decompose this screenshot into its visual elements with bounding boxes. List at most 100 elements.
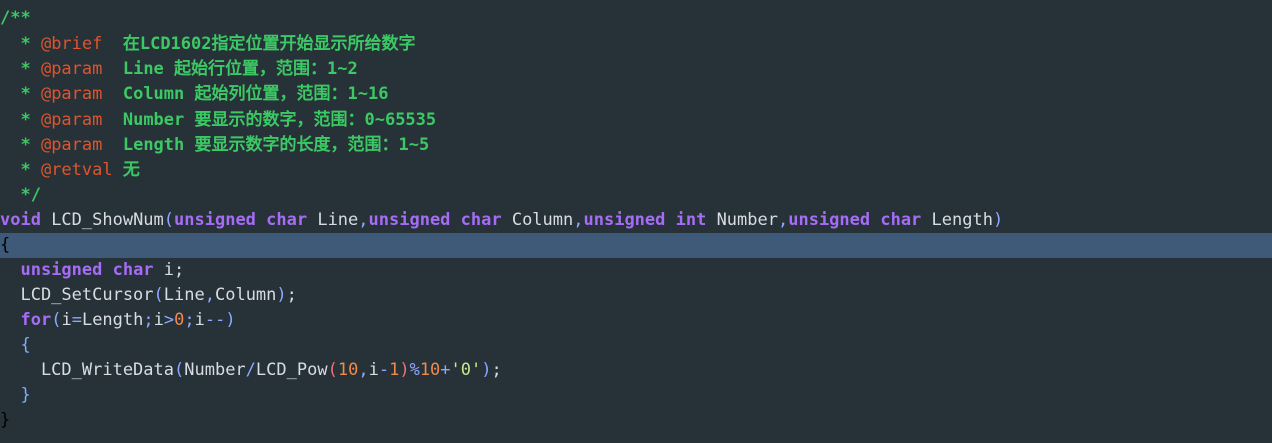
code-line[interactable]: void LCD_ShowNum(unsigned char Line,unsi… xyxy=(0,208,1272,233)
code-line[interactable]: } xyxy=(0,408,1272,433)
code-token: 在LCD1602指定位置开始显示所给数字 xyxy=(122,34,416,54)
code-token: @retval xyxy=(40,160,123,180)
code-token: } xyxy=(0,410,11,430)
code-token: + xyxy=(440,360,451,380)
code-token: 1 xyxy=(389,360,400,380)
code-line[interactable]: for(i=Length;i>0;i--) xyxy=(0,308,1272,333)
code-line[interactable]: * @brief 在LCD1602指定位置开始显示所给数字 xyxy=(0,32,1272,57)
code-line[interactable]: } xyxy=(0,383,1272,408)
code-token: LCD_Pow xyxy=(255,360,328,380)
code-token: , xyxy=(358,210,369,230)
code-token: unsigned char xyxy=(368,210,502,230)
code-token: @param xyxy=(40,84,123,104)
code-token: void xyxy=(0,210,41,230)
code-token: unsigned char xyxy=(174,210,308,230)
code-token: i xyxy=(194,310,205,330)
code-token: ( xyxy=(327,360,338,380)
code-token: i xyxy=(153,310,164,330)
code-line[interactable]: * @param Length 要显示数字的长度，范围：1~5 xyxy=(0,133,1272,158)
code-line[interactable]: * @param Line 起始行位置，范围：1~2 xyxy=(0,57,1272,82)
code-token: ) xyxy=(481,360,492,380)
code-token: , xyxy=(573,210,584,230)
code-line[interactable]: { xyxy=(0,233,1272,258)
code-token: i xyxy=(368,360,379,380)
code-token: Number xyxy=(184,360,246,380)
code-token: 10 xyxy=(337,360,359,380)
code-line[interactable]: unsigned char i; xyxy=(0,258,1272,283)
code-token: ( xyxy=(163,210,175,230)
code-token: -- xyxy=(204,310,226,330)
code-token: % xyxy=(409,360,420,380)
code-token: , xyxy=(204,285,215,305)
code-token: ( xyxy=(174,360,185,380)
code-token: ( xyxy=(153,285,164,305)
code-token: - xyxy=(378,360,390,380)
code-token: / xyxy=(245,360,256,380)
code-token: ) xyxy=(992,210,1004,230)
code-line[interactable]: LCD_WriteData(Number/LCD_Pow(10,i-1)%10+… xyxy=(0,358,1272,383)
code-token: { xyxy=(0,235,11,255)
code-token: = xyxy=(71,310,82,330)
code-token: Column 起始列位置，范围：1~16 xyxy=(122,84,389,104)
code-token: , xyxy=(777,210,789,230)
code-token: * xyxy=(0,110,41,130)
code-token: > xyxy=(163,310,175,330)
code-token: * xyxy=(0,59,41,79)
code-token: unsigned char xyxy=(20,260,154,280)
code-token: Number 要显示的数字，范围：0~65535 xyxy=(122,110,437,130)
code-token: unsigned int xyxy=(583,210,707,230)
code-token: { xyxy=(20,335,31,355)
code-token: ; xyxy=(286,285,297,305)
code-token: , xyxy=(358,360,369,380)
code-token: for xyxy=(20,310,52,330)
code-token: ( xyxy=(51,310,62,330)
code-token: ; xyxy=(184,310,195,330)
code-token: 0 xyxy=(174,310,185,330)
code-token: ) xyxy=(399,360,410,380)
code-token: */ xyxy=(0,185,41,205)
code-token: Length xyxy=(921,210,993,230)
code-line[interactable]: LCD_SetCursor(Line,Column); xyxy=(0,283,1272,308)
code-token: * xyxy=(0,135,41,155)
code-token: LCD_ShowNum xyxy=(40,210,164,230)
code-line[interactable]: * @retval 无 xyxy=(0,158,1272,183)
code-token: ) xyxy=(225,310,236,330)
code-token: i xyxy=(61,310,72,330)
code-token: @brief xyxy=(40,34,123,54)
code-token: ; xyxy=(491,360,502,380)
code-token: unsigned char xyxy=(788,210,922,230)
code-token: ) xyxy=(276,285,287,305)
code-line[interactable]: * @param Column 起始列位置，范围：1~16 xyxy=(0,82,1272,107)
code-token: ; xyxy=(143,310,154,330)
code-token: LCD_WriteData xyxy=(0,360,174,380)
code-token: /** xyxy=(0,8,31,28)
code-line[interactable]: * @param Number 要显示的数字，范围：0~65535 xyxy=(0,108,1272,133)
code-token: Length xyxy=(81,310,144,330)
code-line[interactable]: /** xyxy=(0,6,1272,31)
code-token: 无 xyxy=(122,160,140,180)
code-line[interactable]: { xyxy=(0,333,1272,358)
code-token: Line xyxy=(163,285,205,305)
code-token: } xyxy=(20,385,31,405)
code-token: Column xyxy=(501,210,574,230)
code-token: Length 要显示数字的长度，范围：1~5 xyxy=(122,135,430,155)
code-token: @param xyxy=(40,110,123,130)
code-token: @param xyxy=(40,135,123,155)
code-token: Number xyxy=(706,210,778,230)
code-token: Column xyxy=(214,285,277,305)
code-token: * xyxy=(0,84,41,104)
code-token: '0' xyxy=(450,360,482,380)
code-token: @param xyxy=(40,59,123,79)
code-token: * xyxy=(0,34,41,54)
code-token: i; xyxy=(153,260,185,280)
code-token: 10 xyxy=(419,360,441,380)
code-line[interactable]: */ xyxy=(0,183,1272,208)
code-token: LCD_SetCursor xyxy=(0,285,154,305)
code-token: Line xyxy=(307,210,359,230)
code-editor[interactable]: /** * @brief 在LCD1602指定位置开始显示所给数字 * @par… xyxy=(0,0,1272,443)
code-token: Line 起始行位置，范围：1~2 xyxy=(122,59,358,79)
